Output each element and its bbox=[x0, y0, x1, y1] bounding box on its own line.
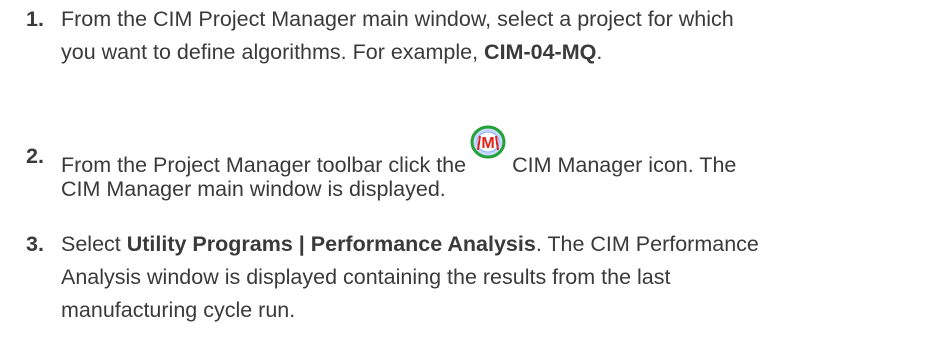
step-text-segment: . bbox=[596, 40, 603, 64]
step-line: From the Project Manager toolbar click t… bbox=[61, 125, 921, 177]
step-text-segment: Select bbox=[61, 232, 127, 256]
step-line: CIM Manager main window is displayed. bbox=[61, 173, 921, 206]
step-text-segment: From the CIM Project Manager main window… bbox=[61, 7, 734, 31]
step-text: Select Utility Programs | Performance An… bbox=[61, 228, 921, 327]
step-line: manufacturing cycle run. bbox=[61, 294, 921, 327]
step-text-segment: you want to define algorithms. For examp… bbox=[61, 40, 485, 64]
step-text-segment: Analysis window is displayed containing … bbox=[61, 265, 671, 289]
step-text-segment: CIM Manager main window is displayed. bbox=[61, 177, 446, 201]
step-line: you want to define algorithms. For examp… bbox=[61, 36, 921, 69]
step-text-segment: CIM Manager icon. The bbox=[512, 153, 737, 177]
step-number: 2. bbox=[26, 144, 44, 168]
cim-manager-icon: M bbox=[470, 125, 506, 159]
step-line: Select Utility Programs | Performance An… bbox=[61, 228, 921, 261]
menu-path: Utility Programs | Performance Analysis bbox=[126, 232, 536, 256]
project-name: CIM-04-MQ bbox=[484, 40, 597, 64]
step-text-segment: . The CIM Performance bbox=[535, 232, 759, 256]
step-text: From the Project Manager toolbar click t… bbox=[61, 125, 921, 206]
step-number: 1. bbox=[26, 7, 44, 31]
step-text: From the CIM Project Manager main window… bbox=[61, 3, 921, 69]
step-line: Analysis window is displayed containing … bbox=[61, 261, 921, 294]
step-text-segment: manufacturing cycle run. bbox=[61, 298, 296, 322]
step-line: From the CIM Project Manager main window… bbox=[61, 3, 921, 36]
step-number: 3. bbox=[26, 232, 44, 256]
icon-letter: M bbox=[481, 135, 494, 152]
